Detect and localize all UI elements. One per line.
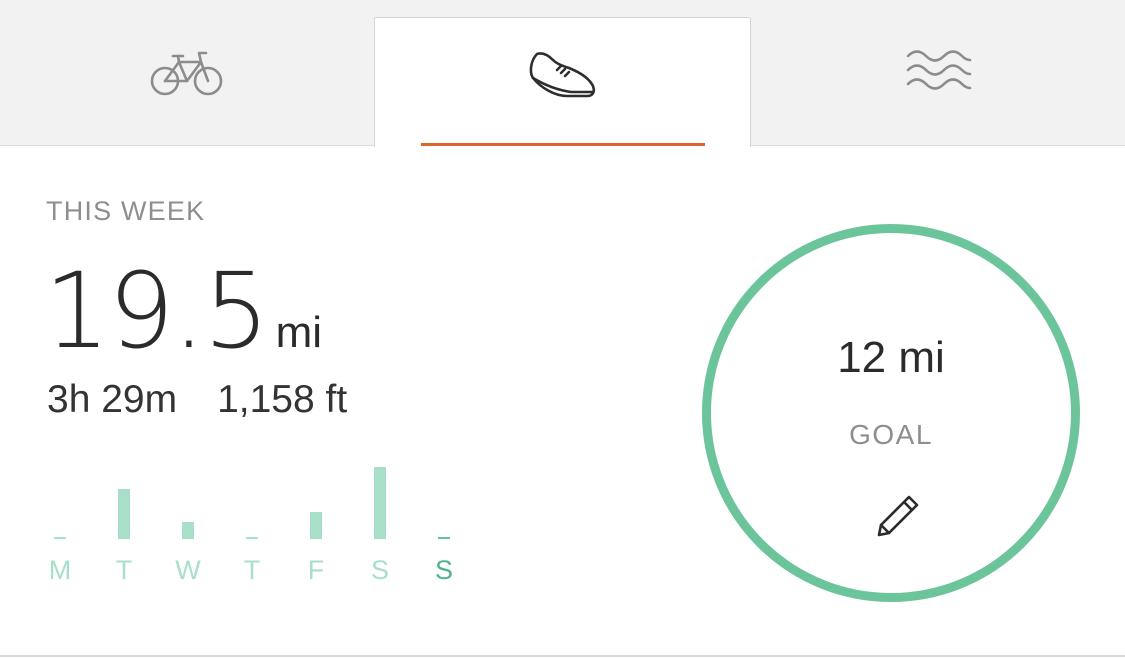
day-column: T	[104, 455, 144, 585]
day-label: M	[48, 555, 72, 585]
day-label: T	[115, 555, 133, 585]
day-label: S	[434, 555, 453, 585]
elevation-gain: 1,158 ft	[217, 378, 348, 421]
goal-label: GOAL	[849, 419, 933, 450]
day-column: W	[168, 455, 208, 585]
bottom-divider	[0, 655, 1125, 657]
sport-tab-bar	[0, 0, 1125, 147]
day-label: T	[243, 555, 261, 585]
distance-unit: mi	[275, 308, 322, 357]
day-bar	[182, 522, 194, 539]
day-label: W	[175, 555, 201, 585]
bicycle-icon	[150, 51, 223, 96]
goal-ring[interactable]: 12 mi GOAL	[702, 224, 1080, 602]
weekly-activity-bars: MTWTFSS	[40, 455, 470, 595]
moving-time: 3h 29m	[47, 378, 178, 421]
tab-swim[interactable]	[751, 0, 1125, 146]
running-shoe-icon	[529, 51, 595, 97]
selected-tab-indicator	[421, 143, 705, 146]
day-bar	[118, 489, 130, 539]
waves-icon	[906, 50, 972, 90]
day-bar	[246, 537, 258, 539]
weekly-distance: 19.5 mi	[44, 250, 322, 372]
tab-ride[interactable]	[0, 0, 374, 146]
day-column: T	[232, 455, 272, 585]
pencil-icon[interactable]	[871, 489, 925, 543]
day-bar	[54, 537, 66, 539]
day-label: S	[370, 555, 389, 585]
weekly-summary-card: THIS WEEK 19.5 mi 3h 29m 1,158 ft MTWTFSS …	[0, 0, 1125, 658]
tab-run[interactable]	[374, 17, 751, 147]
weekly-stats: 3h 29m 1,158 ft	[47, 378, 347, 422]
day-bar	[310, 512, 322, 539]
goal-value: 12 mi	[837, 333, 945, 382]
day-column: S	[424, 455, 464, 585]
day-label: F	[307, 555, 325, 585]
day-column: M	[40, 455, 80, 585]
distance-value: 19.5	[44, 250, 270, 372]
day-column: S	[360, 455, 400, 585]
day-column: F	[296, 455, 336, 585]
day-bar	[438, 537, 450, 539]
day-bar	[374, 467, 386, 539]
section-label: THIS WEEK	[46, 196, 206, 226]
